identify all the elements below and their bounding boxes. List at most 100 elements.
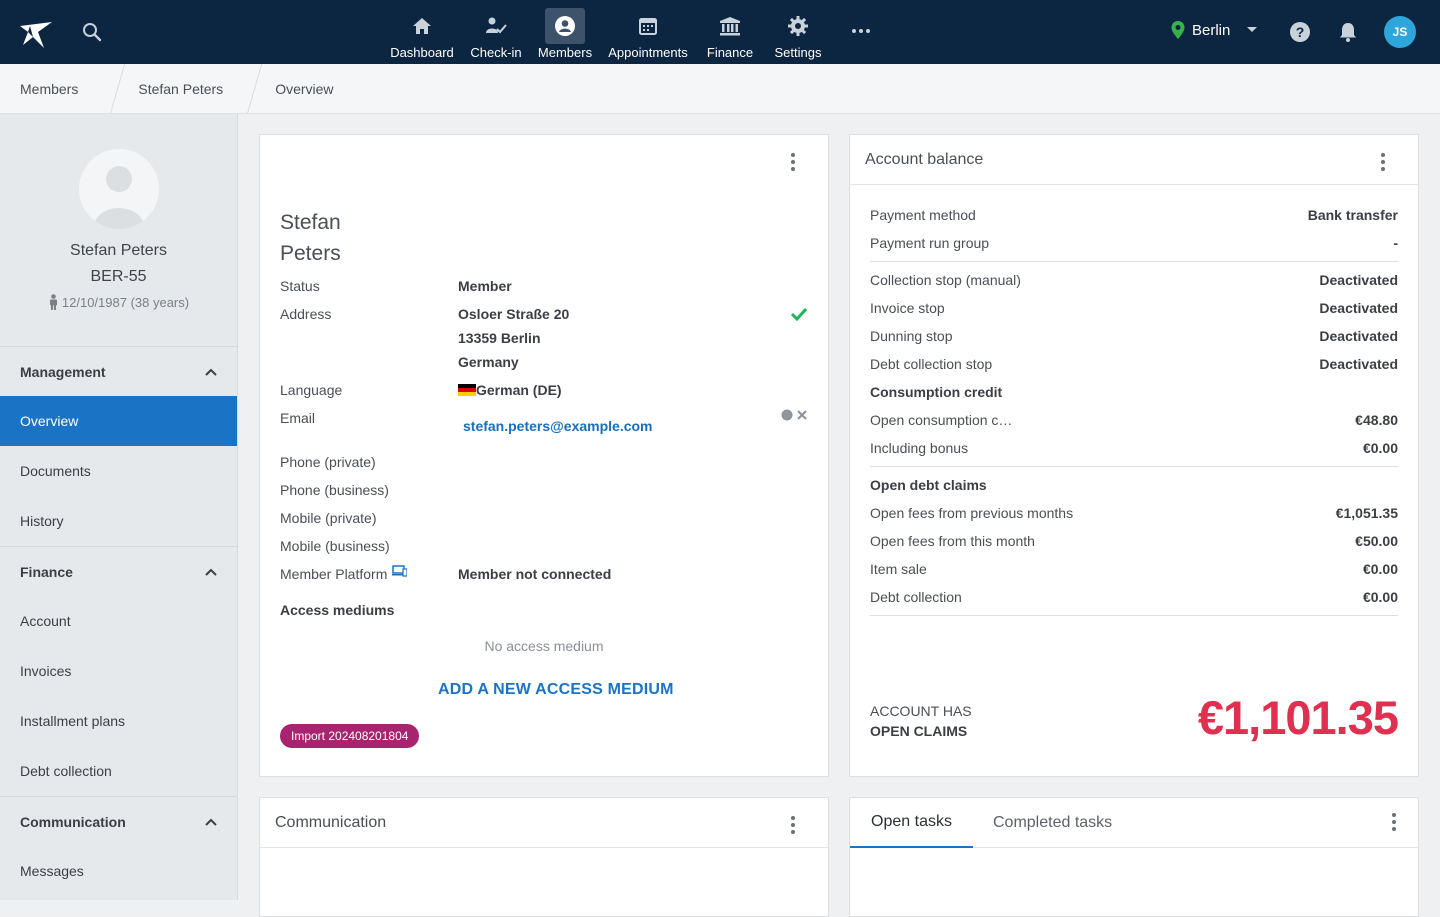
nav-appointments[interactable]: Appointments	[598, 0, 698, 64]
language-label: Language	[280, 382, 343, 398]
nav-dashboard[interactable]: Dashboard	[384, 0, 460, 64]
sidebar-section-communication[interactable]: Communication	[0, 796, 237, 846]
member-dob: 12/10/1987 (38 years)	[48, 294, 189, 310]
member-details-card: Stefan Peters Status Member Address Oslo…	[259, 134, 829, 777]
user-avatar[interactable]: JS	[1384, 16, 1416, 48]
male-person-icon	[49, 294, 57, 310]
member-card-menu-icon[interactable]	[790, 153, 796, 173]
stop-value: Deactivated	[1319, 300, 1398, 316]
notifications-bell-icon[interactable]	[1336, 20, 1360, 44]
member-name: Stefan Peters	[70, 242, 167, 259]
debt-label: Debt collection	[870, 589, 962, 605]
sidebar-section-label: Finance	[20, 563, 73, 580]
payment-method-label: Payment method	[870, 207, 976, 223]
mobile-business-label: Mobile (business)	[280, 538, 390, 554]
main-nav: Dashboard Check-in Members Appointments …	[384, 0, 834, 64]
language-value: German (DE)	[458, 382, 562, 398]
help-icon[interactable]: ?	[1288, 20, 1312, 44]
debt-collection-stop-row: Debt collection stop Deactivated	[870, 356, 1398, 372]
nav-finance[interactable]: Finance	[698, 0, 762, 64]
invoice-stop-row: Invoice stop Deactivated	[870, 300, 1398, 316]
member-platform-value: Member not connected	[458, 566, 612, 582]
nav-settings[interactable]: Settings	[762, 0, 834, 64]
stop-value: Deactivated	[1319, 328, 1398, 344]
nav-check-in[interactable]: Check-in	[460, 0, 532, 64]
tab-open-tasks[interactable]: Open tasks	[850, 798, 973, 848]
nav-check-in-label: Check-in	[470, 45, 522, 60]
language-text: German (DE)	[476, 382, 562, 398]
divider	[870, 261, 1398, 262]
nav-members[interactable]: Members	[532, 0, 598, 64]
check-in-icon	[486, 17, 507, 34]
tasks-menu-icon[interactable]	[1391, 813, 1397, 833]
consumption-label: Open consumption c…	[870, 412, 1013, 428]
sidebar-item-overview[interactable]: Overview	[0, 396, 237, 446]
debt-label: Open fees from previous months	[870, 505, 1074, 521]
debt-value: €0.00	[1362, 561, 1398, 577]
sidebar-item-account[interactable]: Account	[0, 596, 237, 646]
communication-menu-icon[interactable]	[790, 816, 796, 836]
stop-value: Deactivated	[1319, 272, 1398, 288]
german-flag-icon	[458, 384, 476, 396]
payment-method-row: Payment method Bank transfer	[870, 207, 1398, 223]
email-status-icon[interactable]	[781, 409, 809, 421]
address-verified-check-icon	[790, 307, 808, 321]
tab-completed-tasks-label: Completed tasks	[993, 814, 1113, 831]
sidebar-section-management[interactable]: Management	[0, 346, 237, 396]
collection-stop-row: Collection stop (manual) Deactivated	[870, 272, 1398, 288]
stop-label: Dunning stop	[870, 328, 953, 344]
sidebar-item-installment-plans[interactable]: Installment plans	[0, 696, 237, 746]
total-balance-amount: €1,101.35	[1197, 691, 1399, 744]
access-mediums-heading: Access mediums	[280, 602, 395, 618]
home-icon	[413, 18, 431, 34]
member-last-name: Peters	[280, 242, 341, 265]
debt-value: €50.00	[1355, 533, 1398, 549]
member-avatar[interactable]	[78, 149, 159, 229]
claims-line1: ACCOUNT HAS	[870, 703, 972, 719]
add-access-medium-button[interactable]: ADD A NEW ACCESS MEDIUM	[438, 681, 674, 699]
sidebar-item-messages[interactable]: Messages	[0, 846, 237, 896]
account-balance-menu-icon[interactable]	[1380, 153, 1386, 173]
tab-completed-tasks[interactable]: Completed tasks	[993, 798, 1112, 848]
debt-collection-row: Debt collection €0.00	[870, 589, 1398, 605]
sidebar-item-invoices[interactable]: Invoices	[0, 646, 237, 696]
sidebar-section-label: Management	[20, 363, 106, 380]
chevron-down-icon	[1247, 27, 1258, 32]
fees-previous-months-row: Open fees from previous months €1,051.35	[870, 505, 1398, 521]
no-access-medium-text: No access medium	[484, 638, 604, 654]
breadcrumb-member-name[interactable]: Stefan Peters	[114, 64, 251, 114]
svg-text:?: ?	[1296, 24, 1305, 40]
communication-title: Communication	[260, 798, 828, 848]
phone-business-label: Phone (business)	[280, 482, 389, 498]
devices-icon	[392, 565, 408, 577]
tasks-card: Open tasks Completed tasks	[849, 797, 1419, 917]
email-label: Email	[280, 410, 316, 426]
app-logo-icon[interactable]	[14, 12, 58, 52]
consumption-credit-heading: Consumption credit	[870, 384, 1003, 400]
nav-settings-label: Settings	[774, 45, 822, 60]
address-line1: Osloer Straße 20	[458, 306, 570, 322]
account-balance-card: Account balance Payment method Bank tran…	[849, 134, 1419, 777]
search-icon[interactable]	[80, 20, 104, 44]
sidebar-item-history[interactable]: History	[0, 496, 237, 546]
consumption-value: €48.80	[1355, 412, 1398, 428]
payment-run-group-value: -	[1393, 235, 1398, 251]
stop-label: Invoice stop	[870, 300, 945, 316]
open-debt-claims-heading: Open debt claims	[870, 477, 987, 493]
account-balance-title: Account balance	[850, 135, 1418, 185]
sidebar-section-finance[interactable]: Finance	[0, 546, 237, 596]
sidebar-section-label: Communication	[20, 813, 126, 830]
location-selector[interactable]: Berlin	[1170, 20, 1258, 40]
sidebar-item-debt-collection[interactable]: Debt collection	[0, 746, 237, 796]
payment-run-group-row: Payment run group -	[870, 235, 1398, 251]
email-link[interactable]: stefan.peters@example.com	[463, 418, 653, 434]
import-tag-badge[interactable]: Import 202408201804	[280, 724, 420, 748]
more-icon[interactable]	[850, 20, 872, 42]
sidebar-item-documents[interactable]: Documents	[0, 446, 237, 496]
consumption-value: €0.00	[1362, 440, 1398, 456]
status-label: Status	[280, 278, 320, 294]
mobile-private-label: Mobile (private)	[280, 510, 377, 526]
payment-run-group-label: Payment run group	[870, 235, 990, 251]
fees-this-month-row: Open fees from this month €50.00	[870, 533, 1398, 549]
breadcrumb-members[interactable]: Members	[0, 64, 114, 114]
